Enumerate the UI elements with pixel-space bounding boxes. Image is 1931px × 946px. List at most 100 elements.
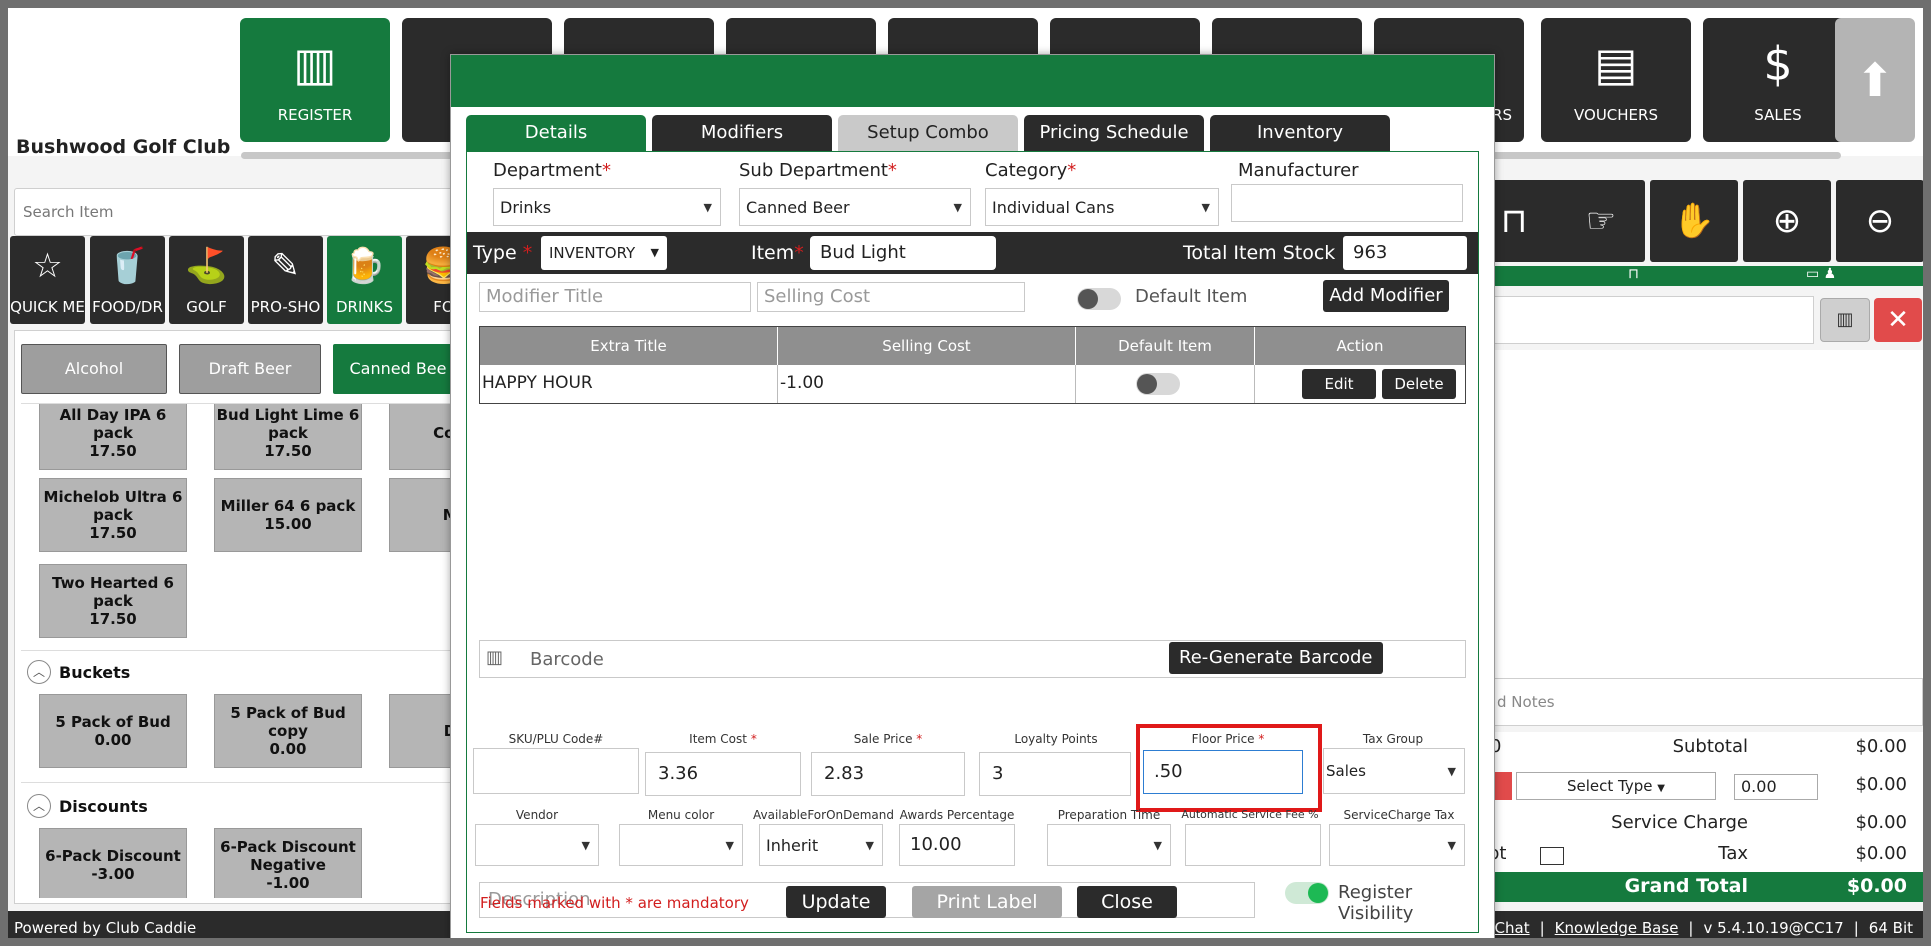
loyalty-points-input[interactable]: 3 bbox=[979, 752, 1131, 796]
item-button[interactable]: Two Hearted 6 pack 17.50 bbox=[39, 564, 187, 638]
header-action: Action bbox=[1255, 327, 1465, 365]
default-item-toggle[interactable] bbox=[1077, 288, 1121, 310]
total-item-stock-input[interactable]: 963 bbox=[1343, 236, 1467, 270]
hand-pointer-button[interactable]: ☞ bbox=[1557, 180, 1645, 262]
default-item-label: Default Item bbox=[1135, 286, 1248, 307]
chevron-down-icon: ▼ bbox=[703, 201, 712, 214]
details-panel: Department* Drinks ▼ Sub Department* Cann… bbox=[466, 151, 1479, 933]
tab-inventory-barcodes[interactable]: Inventory Barcodes bbox=[1210, 115, 1390, 179]
close-button[interactable]: Close bbox=[1077, 886, 1177, 918]
clear-order-button[interactable]: ✕ bbox=[1874, 298, 1922, 342]
subcategory-canned-beer[interactable]: Canned Bee bbox=[333, 344, 463, 394]
item-search-input[interactable]: Search Item bbox=[14, 188, 459, 236]
order-notes-input[interactable]: d Notes bbox=[1488, 678, 1923, 726]
sub-department-select[interactable]: Canned Beer ▼ bbox=[739, 188, 971, 226]
item-button[interactable]: Dom bbox=[389, 694, 454, 768]
scroll-up-tile[interactable]: ⬆ bbox=[1835, 18, 1915, 142]
chat-link[interactable]: Chat bbox=[1495, 919, 1530, 937]
item-button[interactable]: Corona bbox=[389, 404, 454, 470]
chevron-down-icon: ▼ bbox=[953, 201, 962, 214]
dialog-header bbox=[451, 55, 1494, 107]
manufacturer-input[interactable] bbox=[1231, 184, 1463, 222]
register-visibility-toggle[interactable] bbox=[1285, 882, 1329, 904]
item-button[interactable]: 6-Pack Discount -3.00 bbox=[39, 828, 187, 898]
item-button[interactable]: 5 Pack of Bud copy 0.00 bbox=[214, 694, 362, 768]
row-default-item-cell bbox=[1076, 365, 1255, 403]
tax-group-select[interactable]: Sales ▼ bbox=[1323, 748, 1465, 794]
row-default-item-toggle[interactable] bbox=[1136, 373, 1180, 395]
category-select[interactable]: Individual Cans ▼ bbox=[985, 188, 1219, 226]
item-button[interactable]: Michelob Ultra 6 pack 17.50 bbox=[39, 478, 187, 552]
item-button[interactable]: All Day IPA 6 pack 17.50 bbox=[39, 404, 187, 470]
print-label-button[interactable]: Print Label bbox=[912, 886, 1062, 918]
modifier-title-input[interactable]: Modifier Title bbox=[479, 282, 751, 312]
sku-input[interactable] bbox=[473, 748, 639, 794]
delete-button[interactable]: Delete bbox=[1382, 369, 1456, 399]
tab-modifiers[interactable]: Modifiers bbox=[652, 115, 832, 151]
item-button[interactable]: 6-Pack Discount Negative -1.00 bbox=[214, 828, 362, 898]
barcode-label: Barcode bbox=[530, 649, 604, 670]
tab-setup-combo[interactable]: Setup Combo bbox=[838, 115, 1018, 151]
total-item-stock-label: Total Item Stock bbox=[1183, 242, 1336, 264]
modifiers-table: Extra Title Selling Cost Default Item Ac… bbox=[479, 326, 1466, 404]
available-on-demand-value: Inherit bbox=[766, 836, 819, 855]
category-golf[interactable]: ⛳ GOLF bbox=[169, 236, 244, 324]
category-label: FOOD/DR bbox=[92, 298, 163, 316]
barcode-icon: ▥ bbox=[1836, 309, 1854, 330]
tab-pricing-schedule[interactable]: Pricing Schedule bbox=[1024, 115, 1204, 151]
edit-button[interactable]: Edit bbox=[1302, 369, 1376, 399]
sales-tile[interactable]: $ SALES bbox=[1703, 18, 1853, 142]
category-drinks[interactable]: 🍺 DRINKS bbox=[327, 236, 402, 324]
hand-card-button[interactable]: ✋ bbox=[1650, 180, 1738, 262]
item-button[interactable]: Mille bbox=[389, 478, 454, 552]
app-window: ▥ REGISTER RS ▤ VOUCHERS $ SALES ⬆ Bushw… bbox=[0, 0, 1931, 946]
item-button[interactable]: 5 Pack of Bud 0.00 bbox=[39, 694, 187, 768]
item-name: Michelob Ultra 6 pack bbox=[43, 488, 183, 524]
version-text: v 5.4.10.19@CC17 bbox=[1703, 919, 1844, 937]
category-quick-menu[interactable]: ☆ QUICK ME bbox=[10, 236, 85, 324]
type-select[interactable]: INVENTORY ▼ bbox=[541, 236, 667, 270]
category-pro-shop[interactable]: ✎ PRO-SHO bbox=[248, 236, 323, 324]
service-charge-tax-group-select[interactable]: ▼ bbox=[1329, 824, 1465, 866]
minus-circle-icon: ⊖ bbox=[1865, 201, 1895, 241]
tax-group-label: Tax Group bbox=[1362, 732, 1424, 746]
item-button[interactable]: Miller 64 6 pack 15.00 bbox=[214, 478, 362, 552]
register-label: REGISTER bbox=[277, 106, 353, 124]
automatic-service-fee-input[interactable] bbox=[1185, 824, 1321, 866]
manufacturer-label: Manufacturer bbox=[1238, 160, 1359, 181]
sale-price-input[interactable]: 2.83 bbox=[811, 752, 965, 796]
vouchers-tile[interactable]: ▤ VOUCHERS bbox=[1541, 18, 1691, 142]
item-button[interactable]: Bud Light Lime 6 pack 17.50 bbox=[214, 404, 362, 470]
preparation-time-select[interactable]: ▼ bbox=[1047, 824, 1171, 866]
tax-value: $0.00 bbox=[1855, 843, 1907, 864]
register-tile[interactable]: ▥ REGISTER bbox=[240, 18, 390, 142]
section-discounts-header[interactable]: ︿ Discounts bbox=[27, 794, 148, 818]
subcategory-alcohol[interactable]: Alcohol bbox=[21, 344, 167, 394]
section-buckets-header[interactable]: ︿ Buckets bbox=[27, 660, 130, 684]
regenerate-barcode-button[interactable]: Re-Generate Barcode bbox=[1169, 642, 1383, 674]
tax-exempt-checkbox[interactable] bbox=[1540, 847, 1564, 865]
update-button[interactable]: Update bbox=[786, 886, 886, 918]
customer-search-input[interactable] bbox=[1488, 296, 1814, 344]
remove-button[interactable]: ⊖ bbox=[1836, 180, 1923, 262]
chevron-down-icon: ▼ bbox=[1153, 839, 1162, 852]
selling-cost-input[interactable]: Selling Cost bbox=[757, 282, 1025, 312]
table-icon: ⊓ bbox=[1628, 266, 1639, 282]
knowledge-base-link[interactable]: Knowledge Base bbox=[1555, 919, 1679, 937]
vendor-select[interactable]: ▼ bbox=[475, 824, 599, 866]
footer-separator: | bbox=[1688, 919, 1694, 937]
chevron-up-icon: ︿ bbox=[27, 794, 51, 818]
category-food-drink[interactable]: 🥤 FOOD/DR bbox=[90, 236, 165, 324]
barcode-scan-button[interactable]: ▥ bbox=[1820, 298, 1870, 342]
menu-color-select[interactable]: ▼ bbox=[619, 824, 743, 866]
add-button[interactable]: ⊕ bbox=[1743, 180, 1831, 262]
tab-details[interactable]: Details bbox=[466, 115, 646, 151]
subcategory-draft-beer[interactable]: Draft Beer bbox=[179, 344, 321, 394]
add-modifier-button[interactable]: Add Modifier bbox=[1323, 280, 1449, 312]
item-name-input[interactable]: Bud Light bbox=[810, 236, 996, 270]
department-select[interactable]: Drinks ▼ bbox=[493, 188, 721, 226]
awards-percentage-input[interactable]: 10.00 bbox=[899, 824, 1015, 866]
department-label: Department* bbox=[493, 160, 611, 181]
item-cost-input[interactable]: 3.36 bbox=[645, 752, 801, 796]
available-on-demand-select[interactable]: Inherit ▼ bbox=[759, 824, 883, 866]
